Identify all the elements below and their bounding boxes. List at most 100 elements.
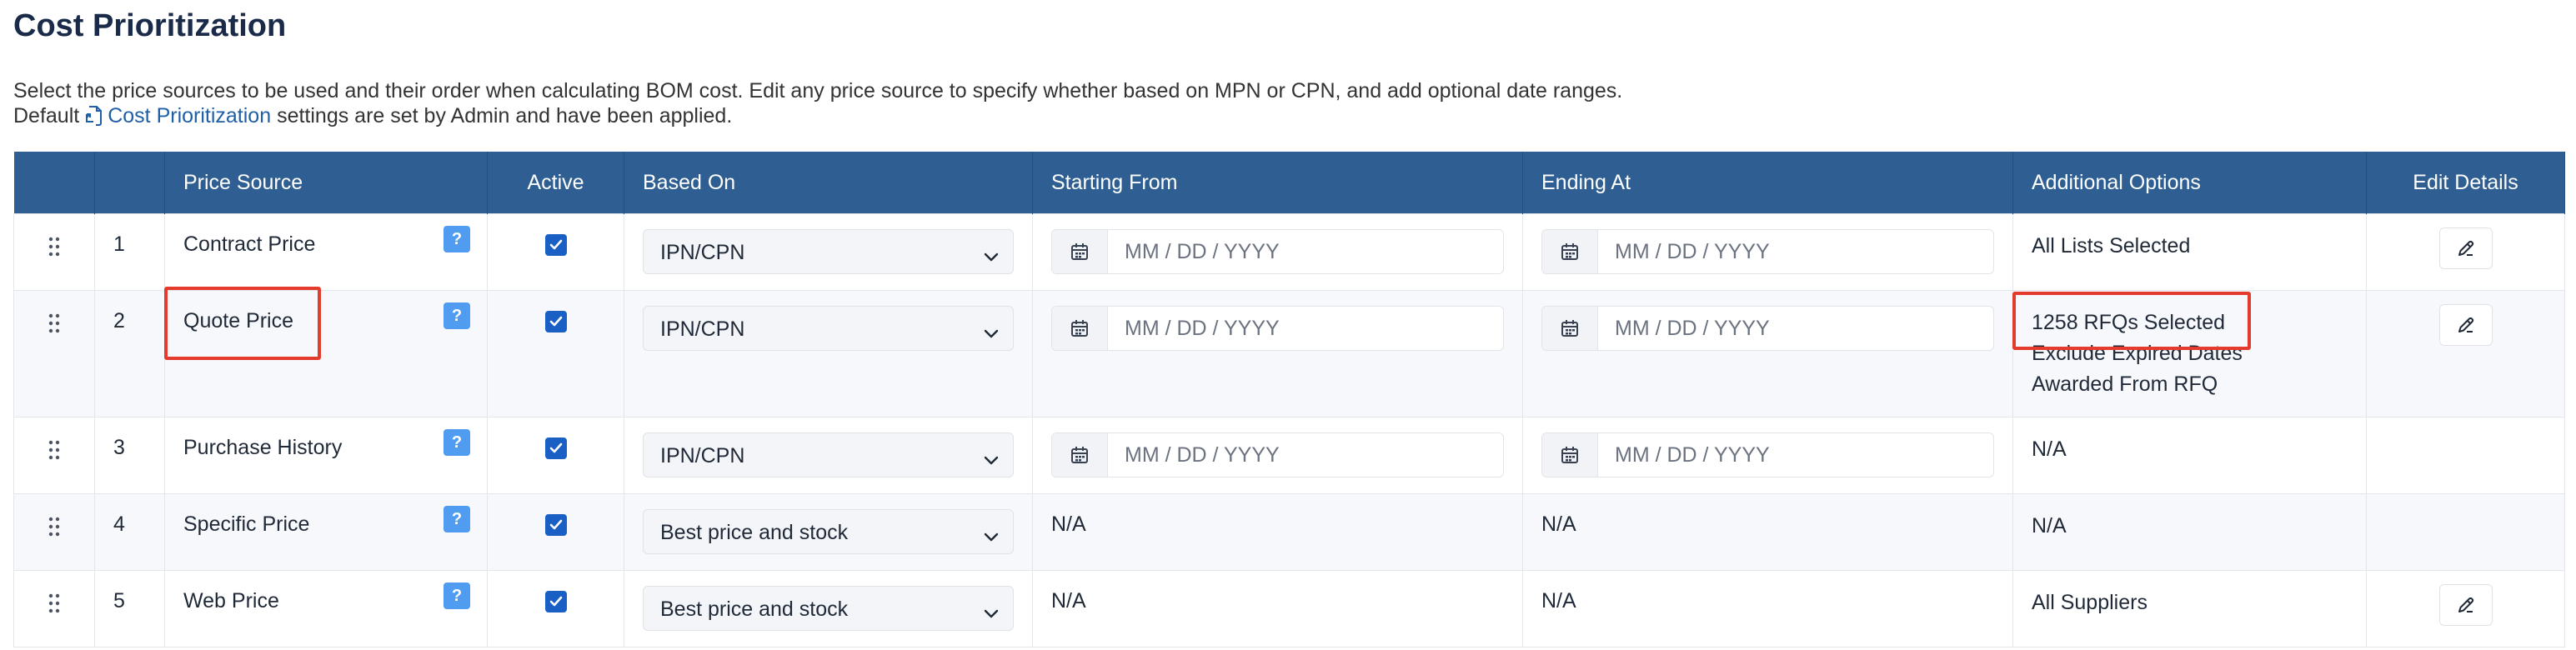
help-icon[interactable]: ? bbox=[444, 226, 470, 252]
calendar-icon[interactable] bbox=[1052, 307, 1108, 350]
row-index: 4 bbox=[113, 512, 125, 536]
index-cell: 1 bbox=[94, 213, 165, 291]
help-icon[interactable]: ? bbox=[444, 506, 470, 532]
date-placeholder: MM / DD / YYYY bbox=[1615, 240, 1770, 263]
additional-options-cell: All Lists Selected bbox=[2012, 213, 2367, 291]
index-cell: 5 bbox=[94, 570, 165, 648]
option-text: N/A bbox=[2032, 514, 2067, 538]
starting-from-date-input[interactable]: MM / DD / YYYY bbox=[1051, 306, 1504, 351]
row-index: 3 bbox=[113, 436, 125, 459]
row-index: 2 bbox=[113, 309, 125, 332]
edit-button[interactable] bbox=[2438, 304, 2493, 346]
based-on-value: Best price and stock bbox=[660, 521, 849, 544]
date-placeholder: MM / DD / YYYY bbox=[1125, 443, 1280, 467]
table-row: 1 Contract Price? IPN/CPN MM / DD / YYYY MM … bbox=[13, 213, 2565, 291]
active-cell bbox=[487, 417, 624, 494]
ending-at-cell: MM / DD / YYYY bbox=[1522, 417, 2013, 494]
ending-at-cell: MM / DD / YYYY bbox=[1522, 290, 2013, 418]
option-text: Awarded From RFQ bbox=[2032, 372, 2218, 396]
header-index bbox=[94, 152, 165, 214]
table-row: 5 Web Price? Best price and stock N/A N/A All… bbox=[13, 570, 2565, 648]
based-on-select[interactable]: Best price and stock bbox=[643, 586, 1014, 631]
starting-from-date-input[interactable]: MM / DD / YYYY bbox=[1051, 229, 1504, 274]
chevron-down-icon bbox=[983, 322, 1000, 346]
active-checkbox[interactable] bbox=[544, 234, 567, 256]
cost-prioritization-link[interactable]: Cost Prioritization bbox=[108, 104, 271, 128]
edit-details-cell bbox=[2366, 290, 2565, 418]
table-row: 2 Quote Price? IPN/CPN MM / DD / YYYY MM / D… bbox=[13, 290, 2565, 418]
date-placeholder: MM / DD / YYYY bbox=[1125, 240, 1280, 263]
help-icon[interactable]: ? bbox=[444, 302, 470, 329]
based-on-cell: Best price and stock bbox=[624, 493, 1033, 571]
drag-handle-icon[interactable] bbox=[46, 494, 63, 538]
additional-options-cell: N/A bbox=[2012, 417, 2367, 494]
drag-cell bbox=[13, 570, 95, 648]
option-text: Exclude Expired Dates bbox=[2032, 342, 2243, 365]
help-icon[interactable]: ? bbox=[444, 582, 470, 609]
page-description: Select the price sources to be used and … bbox=[13, 78, 1622, 128]
calendar-icon[interactable] bbox=[1052, 230, 1108, 273]
header-active: Active bbox=[487, 152, 624, 214]
starting-from-na: N/A bbox=[1051, 589, 1086, 612]
ending-at-date-input[interactable]: MM / DD / YYYY bbox=[1541, 432, 1994, 478]
edit-button[interactable] bbox=[2438, 228, 2493, 269]
starting-from-cell: MM / DD / YYYY bbox=[1032, 213, 1523, 291]
price-source-cell: Contract Price? bbox=[164, 213, 488, 291]
based-on-select[interactable]: Best price and stock bbox=[643, 509, 1014, 554]
based-on-value: Best price and stock bbox=[660, 598, 849, 621]
based-on-value: IPN/CPN bbox=[660, 241, 745, 264]
drag-cell bbox=[13, 493, 95, 571]
ending-at-cell: N/A bbox=[1522, 493, 2013, 571]
ending-at-na: N/A bbox=[1541, 512, 1576, 536]
page-title: Cost Prioritization bbox=[13, 8, 287, 43]
based-on-cell: Best price and stock bbox=[624, 570, 1033, 648]
active-checkbox[interactable] bbox=[544, 438, 567, 459]
edit-button[interactable] bbox=[2438, 584, 2493, 626]
based-on-cell: IPN/CPN bbox=[624, 417, 1033, 494]
active-cell bbox=[487, 570, 624, 648]
based-on-select[interactable]: IPN/CPN bbox=[643, 306, 1014, 351]
price-source-name: Contract Price bbox=[183, 232, 316, 256]
calendar-icon[interactable] bbox=[1542, 307, 1598, 350]
calendar-icon[interactable] bbox=[1052, 433, 1108, 477]
ending-at-cell: MM / DD / YYYY bbox=[1522, 213, 2013, 291]
active-cell bbox=[487, 290, 624, 418]
row-index: 1 bbox=[113, 232, 125, 256]
header-ending-at: Ending At bbox=[1522, 152, 2013, 214]
starting-from-date-input[interactable]: MM / DD / YYYY bbox=[1051, 432, 1504, 478]
header-drag bbox=[13, 152, 95, 214]
calendar-icon[interactable] bbox=[1542, 230, 1598, 273]
chevron-down-icon bbox=[983, 448, 1000, 472]
edit-details-cell bbox=[2366, 213, 2565, 291]
starting-from-cell: MM / DD / YYYY bbox=[1032, 290, 1523, 418]
active-checkbox[interactable] bbox=[544, 514, 567, 536]
active-checkbox[interactable] bbox=[544, 311, 567, 332]
date-placeholder: MM / DD / YYYY bbox=[1125, 317, 1280, 340]
based-on-select[interactable]: IPN/CPN bbox=[643, 432, 1014, 478]
ending-at-date-input[interactable]: MM / DD / YYYY bbox=[1541, 306, 1994, 351]
chevron-down-icon bbox=[983, 525, 1000, 549]
calendar-icon[interactable] bbox=[1542, 433, 1598, 477]
help-icon[interactable]: ? bbox=[444, 429, 470, 456]
active-checkbox[interactable] bbox=[544, 591, 567, 612]
drag-handle-icon[interactable] bbox=[46, 291, 63, 334]
price-source-cell: Quote Price? bbox=[164, 290, 488, 418]
drag-handle-icon[interactable] bbox=[46, 214, 63, 258]
chevron-down-icon bbox=[983, 602, 1000, 626]
ending-at-date-input[interactable]: MM / DD / YYYY bbox=[1541, 229, 1994, 274]
based-on-value: IPN/CPN bbox=[660, 444, 745, 468]
header-edit-details: Edit Details bbox=[2366, 152, 2565, 214]
index-cell: 3 bbox=[94, 417, 165, 494]
document-link-icon[interactable] bbox=[84, 105, 104, 127]
price-source-table: Price Source Active Based On Starting Fr… bbox=[13, 152, 2565, 648]
price-source-name: Web Price bbox=[183, 589, 279, 612]
price-source-cell: Specific Price? bbox=[164, 493, 488, 571]
drag-handle-icon[interactable] bbox=[46, 418, 63, 461]
date-placeholder: MM / DD / YYYY bbox=[1615, 317, 1770, 340]
edit-details-cell bbox=[2366, 570, 2565, 648]
based-on-select[interactable]: IPN/CPN bbox=[643, 229, 1014, 274]
header-price-source: Price Source bbox=[164, 152, 488, 214]
drag-handle-icon[interactable] bbox=[46, 571, 63, 614]
additional-options-cell: 1258 RFQs Selected Exclude Expired Dates A… bbox=[2012, 290, 2367, 418]
edit-details-cell bbox=[2366, 417, 2565, 494]
